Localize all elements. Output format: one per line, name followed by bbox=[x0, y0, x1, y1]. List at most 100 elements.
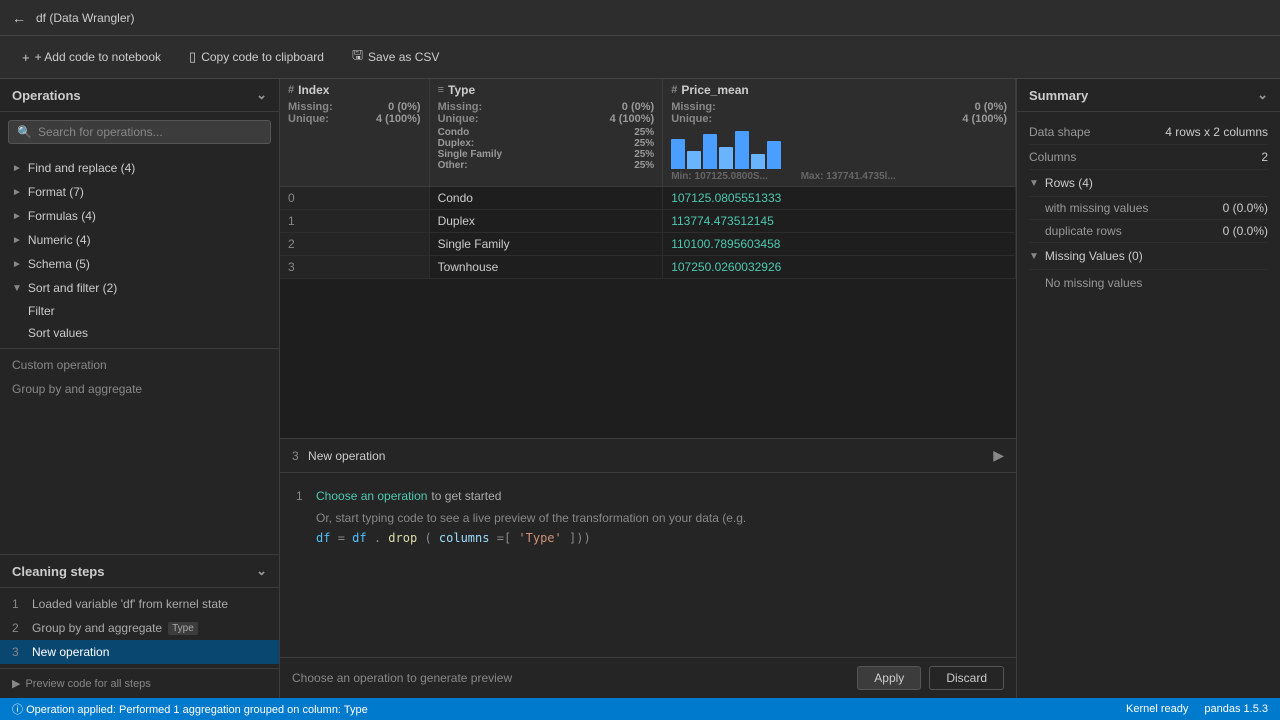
preview-code-button[interactable]: ▶ Preview code for all steps bbox=[0, 668, 279, 698]
missing-values-group-header[interactable]: ▼ Missing Values (0) bbox=[1029, 243, 1268, 270]
col-header-index: # Index Missing: 0 (0%) Unique: 4 (100%) bbox=[280, 79, 429, 187]
save-csv-button[interactable]: 🖫 Save as CSV bbox=[342, 42, 449, 72]
ops-group-find-replace[interactable]: ► Find and replace (4) bbox=[0, 156, 279, 180]
search-icon: 🔍 bbox=[17, 125, 32, 139]
op-panel-footer: Choose an operation to generate preview … bbox=[280, 657, 1016, 698]
cat-stats: Condo25% Duplex:25% Single Family25% Oth… bbox=[438, 127, 655, 171]
ops-group-format[interactable]: ► Format (7) bbox=[0, 180, 279, 204]
row-type: Duplex bbox=[429, 210, 663, 233]
row-type: Single Family bbox=[429, 233, 663, 256]
rows-arrow-icon: ▼ bbox=[1029, 178, 1039, 189]
op-panel-title-area: 3 New operation bbox=[292, 449, 385, 463]
type-type-icon: ≡ bbox=[438, 84, 444, 96]
cleaning-steps-list: 1 Loaded variable 'df' from kernel state… bbox=[0, 588, 279, 668]
table-body: 0 Condo 107125.0805551333 1 Duplex 11377… bbox=[280, 187, 1016, 279]
pandas-version: pandas 1.5.3 bbox=[1204, 703, 1268, 715]
operations-scroll: ► Find and replace (4) ► Format (7) ► Fo… bbox=[0, 152, 279, 698]
operations-collapse-icon[interactable]: ⌄ bbox=[256, 87, 267, 103]
rows-group-header[interactable]: ▼ Rows (4) bbox=[1029, 170, 1268, 197]
op-hint-line-1: 1 Choose an operation to get started bbox=[296, 489, 1000, 503]
arrow-icon: ► bbox=[12, 259, 22, 270]
summary-data-shape: Data shape 4 rows x 2 columns bbox=[1029, 120, 1268, 145]
table-row: 2 Single Family 110100.7895603458 bbox=[280, 233, 1016, 256]
price-min-max: Min: 107125.0800S... Max: 137741.4735l..… bbox=[671, 171, 1007, 182]
summary-collapse-icon[interactable]: ⌄ bbox=[1257, 87, 1268, 103]
missing-values-row: with missing values 0 (0.0%) bbox=[1029, 197, 1268, 220]
op-panel-header: 3 New operation ▶ bbox=[280, 439, 1016, 473]
arrow-icon: ► bbox=[12, 211, 22, 222]
row-type: Condo bbox=[429, 187, 663, 210]
table-header-row: # Index Missing: 0 (0%) Unique: 4 (100%) bbox=[280, 79, 1016, 187]
row-price: 113774.473512145 bbox=[663, 210, 1016, 233]
plus-icon: + bbox=[22, 50, 30, 65]
toolbar: + + Add code to notebook ▯ Copy code to … bbox=[0, 36, 1280, 79]
op-panel-content: 1 Choose an operation to get started Or,… bbox=[280, 473, 1016, 657]
cursor-icon: ▶ bbox=[993, 447, 1004, 464]
price-bar-chart bbox=[671, 129, 1007, 169]
bar bbox=[751, 154, 765, 169]
data-area: # Index Missing: 0 (0%) Unique: 4 (100%) bbox=[280, 79, 1016, 438]
row-index: 2 bbox=[280, 233, 429, 256]
summary-title: Summary bbox=[1029, 88, 1088, 103]
row-index: 1 bbox=[280, 210, 429, 233]
col-header-type: ≡ Type Missing: 0 (0%) Unique: 4 (100%) bbox=[429, 79, 663, 187]
cleaning-steps-title: Cleaning steps bbox=[12, 564, 104, 579]
center-panel: # Index Missing: 0 (0%) Unique: 4 (100%) bbox=[280, 79, 1016, 698]
missing-arrow-icon: ▼ bbox=[1029, 251, 1039, 262]
row-index: 3 bbox=[280, 256, 429, 279]
data-table: # Index Missing: 0 (0%) Unique: 4 (100%) bbox=[280, 79, 1016, 279]
arrow-icon: ► bbox=[12, 235, 22, 246]
add-code-button[interactable]: + + Add code to notebook bbox=[12, 46, 171, 69]
ops-item-sort-values[interactable]: Sort values bbox=[0, 322, 279, 344]
summary-header: Summary ⌄ bbox=[1017, 79, 1280, 112]
left-panel: Operations ⌄ 🔍 ► Find and replace (4) ► … bbox=[0, 79, 280, 698]
table-row: 0 Condo 107125.0805551333 bbox=[280, 187, 1016, 210]
apply-button[interactable]: Apply bbox=[857, 666, 921, 690]
ops-group-schema[interactable]: ► Schema (5) bbox=[0, 252, 279, 276]
operations-list: ► Find and replace (4) ► Format (7) ► Fo… bbox=[0, 152, 279, 554]
ops-item-custom-operation[interactable]: Custom operation bbox=[0, 353, 279, 377]
operations-header: Operations ⌄ bbox=[0, 79, 279, 112]
operations-title: Operations bbox=[12, 88, 81, 103]
save-icon: 🖫 bbox=[352, 46, 363, 68]
status-message: ⓘ Operation applied: Performed 1 aggrega… bbox=[12, 701, 368, 717]
choose-operation-link[interactable]: Choose an operation bbox=[316, 489, 427, 503]
row-price: 107125.0805551333 bbox=[663, 187, 1016, 210]
price-type-icon: # bbox=[671, 84, 677, 96]
title-bar: ← df (Data Wrangler) bbox=[0, 0, 1280, 36]
op-code-example: df = df . drop ( columns =[ 'Type' ])) bbox=[296, 531, 1000, 545]
search-input[interactable] bbox=[38, 125, 262, 139]
divider bbox=[0, 348, 279, 349]
ops-item-filter[interactable]: Filter bbox=[0, 300, 279, 322]
bar bbox=[719, 147, 733, 169]
app-title: df (Data Wrangler) bbox=[36, 11, 134, 25]
index-type-icon: # bbox=[288, 84, 294, 96]
cleaning-step-1[interactable]: 1 Loaded variable 'df' from kernel state bbox=[0, 592, 279, 616]
ops-group-numeric[interactable]: ► Numeric (4) bbox=[0, 228, 279, 252]
table-row: 1 Duplex 113774.473512145 bbox=[280, 210, 1016, 233]
kernel-status: Kernel ready bbox=[1126, 703, 1188, 715]
status-bar: ⓘ Operation applied: Performed 1 aggrega… bbox=[0, 698, 1280, 720]
col-header-price: # Price_mean Missing: 0 (0%) Unique: 4 (… bbox=[663, 79, 1016, 187]
cleaning-step-2[interactable]: 2 Group by and aggregate Type bbox=[0, 616, 279, 640]
bar bbox=[703, 134, 717, 169]
copy-code-button[interactable]: ▯ Copy code to clipboard bbox=[179, 45, 334, 69]
copy-icon: ▯ bbox=[189, 49, 196, 65]
status-bar-right: Kernel ready pandas 1.5.3 bbox=[1126, 703, 1268, 715]
cleaning-step-3[interactable]: 3 New operation bbox=[0, 640, 279, 664]
right-panel: Summary ⌄ Data shape 4 rows x 2 columns … bbox=[1016, 79, 1280, 698]
ops-group-formulas[interactable]: ► Formulas (4) bbox=[0, 204, 279, 228]
cleaning-steps-header: Cleaning steps ⌄ bbox=[0, 555, 279, 588]
main-layout: Operations ⌄ 🔍 ► Find and replace (4) ► … bbox=[0, 79, 1280, 698]
discard-button[interactable]: Discard bbox=[929, 666, 1004, 690]
summary-columns: Columns 2 bbox=[1029, 145, 1268, 170]
op-code-hint: Or, start typing code to see a live prev… bbox=[296, 511, 1000, 525]
search-box[interactable]: 🔍 bbox=[8, 120, 271, 144]
ops-item-group-by[interactable]: Group by and aggregate bbox=[0, 377, 279, 401]
data-table-container: # Index Missing: 0 (0%) Unique: 4 (100%) bbox=[280, 79, 1016, 279]
ops-group-sort-filter[interactable]: ▼ Sort and filter (2) bbox=[0, 276, 279, 300]
cleaning-collapse-icon[interactable]: ⌄ bbox=[256, 563, 267, 579]
back-button[interactable]: ← bbox=[12, 10, 26, 26]
arrow-down-icon: ▼ bbox=[12, 283, 22, 294]
info-icon: ⓘ bbox=[12, 704, 23, 716]
